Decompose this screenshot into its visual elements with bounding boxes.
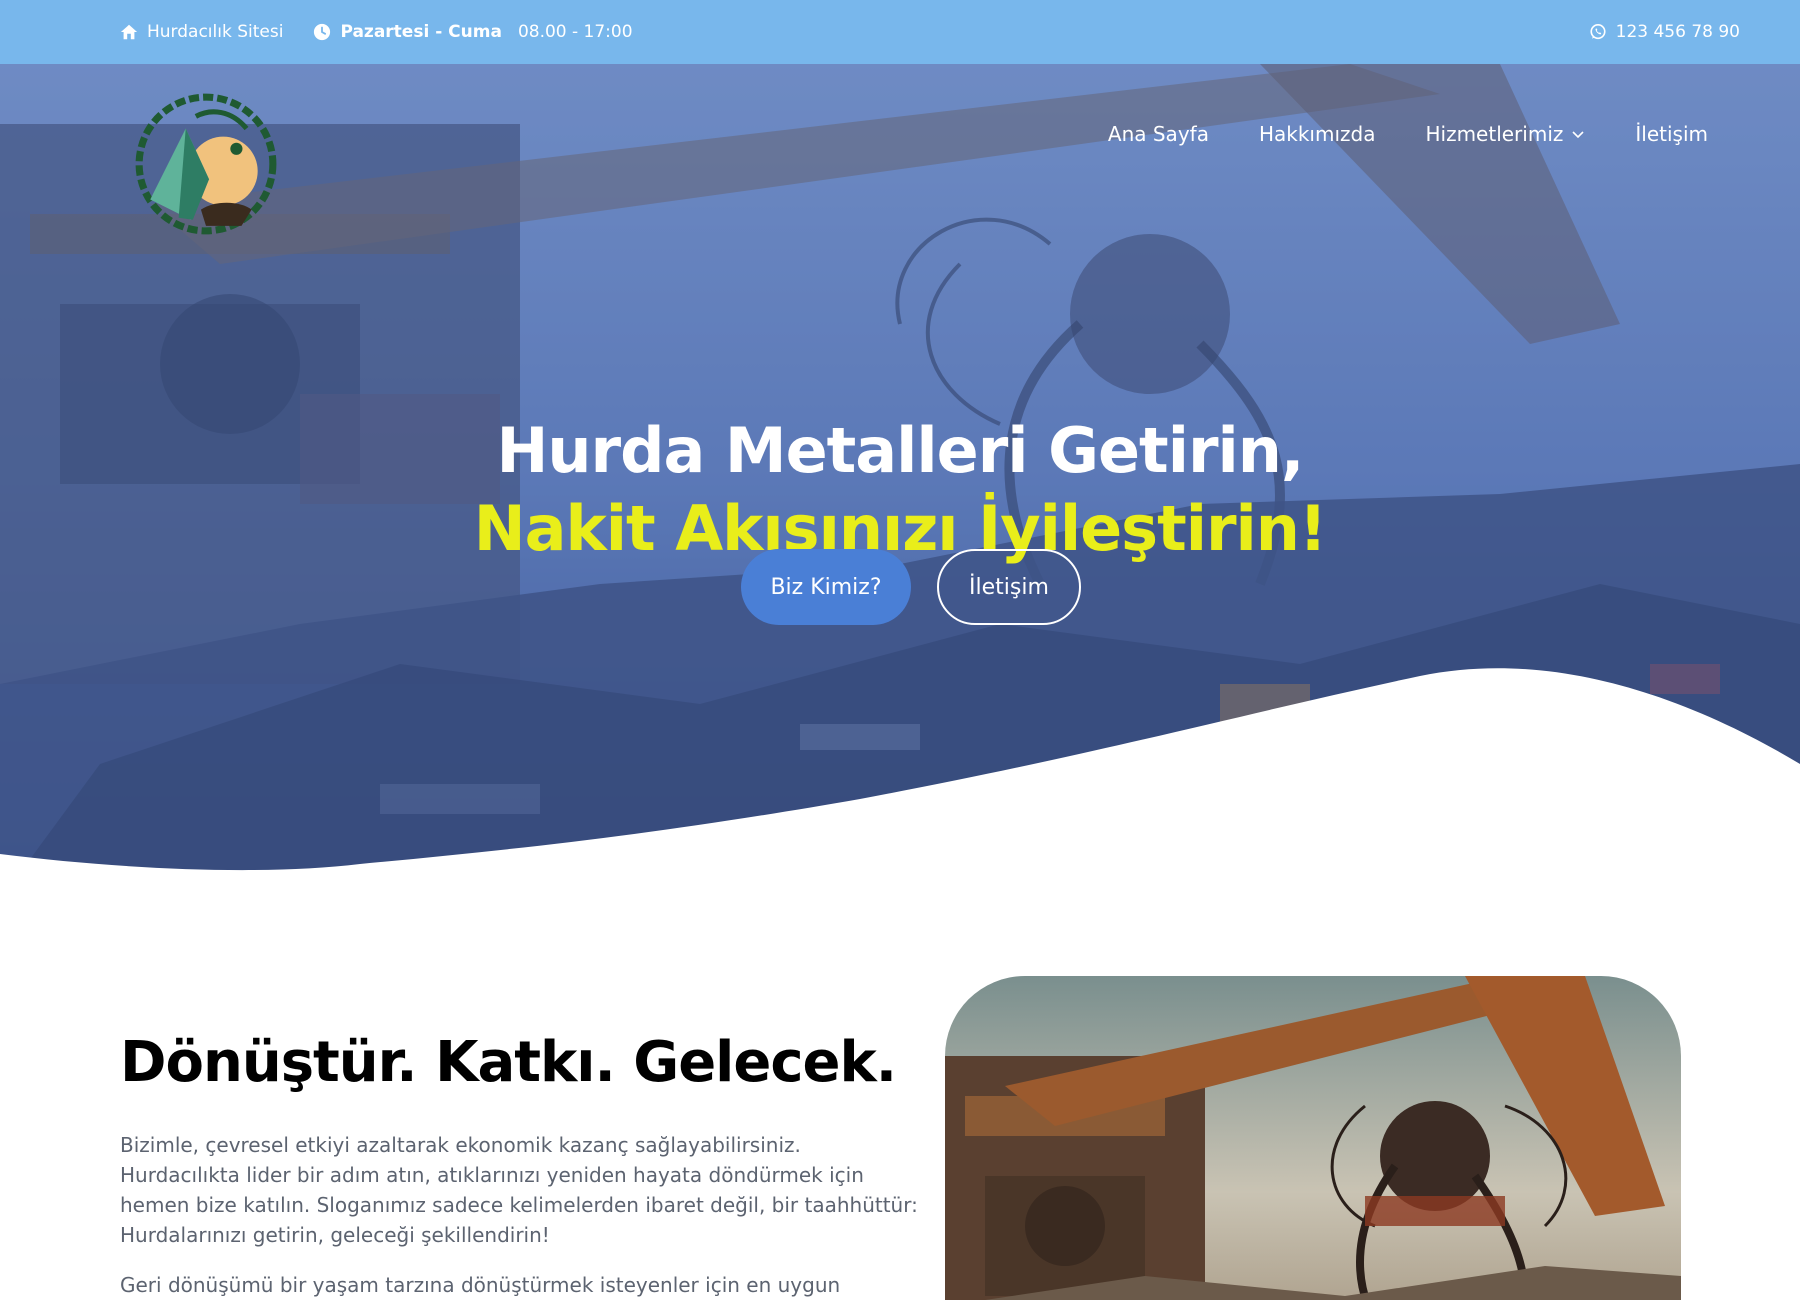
main-navigation: Ana Sayfa Hakkımızda Hizmetlerimiz İleti…	[1108, 122, 1708, 146]
about-title: Dönüştür. Katkı. Gelecek.	[120, 1030, 897, 1095]
clock-icon	[314, 23, 331, 41]
nav-label-contact: İletişim	[1635, 122, 1708, 146]
company-logo[interactable]	[130, 88, 282, 240]
hero-buttons: Biz Kimiz? İletişim	[0, 549, 1800, 625]
top-bar: Hurdacılık Sitesi Pazartesi - Cuma 08.00…	[0, 0, 1800, 64]
site-name: Hurdacılık Sitesi	[147, 22, 284, 42]
whatsapp-icon	[1590, 23, 1606, 40]
nav-item-home[interactable]: Ana Sayfa	[1108, 122, 1209, 146]
chevron-down-icon	[1572, 131, 1584, 139]
nav-item-contact[interactable]: İletişim	[1635, 122, 1708, 146]
hero-section: Ana Sayfa Hakkımızda Hizmetlerimiz İleti…	[0, 64, 1800, 900]
hero-headline: Hurda Metalleri Getirin, Nakit Akışınızı…	[0, 412, 1800, 568]
scrap-crane-photo	[945, 976, 1681, 1300]
phone-item[interactable]: 123 456 78 90	[1589, 0, 1740, 64]
about-image	[945, 976, 1681, 1300]
top-bar-left: Hurdacılık Sitesi Pazartesi - Cuma 08.00…	[120, 0, 633, 64]
working-hours: 08.00 - 17:00	[517, 22, 633, 42]
contact-button[interactable]: İletişim	[937, 549, 1081, 625]
about-paragraph-2: Geri dönüşümü bir yaşam tarzına dönüştür…	[120, 1273, 841, 1297]
nav-label-services: Hizmetlerimiz	[1425, 122, 1564, 146]
nav-item-about[interactable]: Hakkımızda	[1259, 122, 1376, 146]
nav-label-about: Hakkımızda	[1258, 122, 1376, 146]
who-are-we-button[interactable]: Biz Kimiz?	[741, 549, 911, 625]
hero-headline-line1: Hurda Metalleri Getirin,	[496, 414, 1305, 487]
working-hours-item: Pazartesi - Cuma 08.00 - 17:00	[313, 22, 633, 42]
nav-item-services[interactable]: Hizmetlerimiz	[1425, 122, 1585, 146]
home-icon	[120, 24, 138, 40]
nav-label-home: Ana Sayfa	[1107, 122, 1209, 146]
site-name-item[interactable]: Hurdacılık Sitesi	[120, 22, 283, 42]
phone-number: 123 456 78 90	[1615, 22, 1740, 42]
working-days: Pazartesi - Cuma	[340, 22, 502, 42]
about-paragraph-1: Bizimle, çevresel etkiyi azaltarak ekono…	[120, 1133, 918, 1247]
